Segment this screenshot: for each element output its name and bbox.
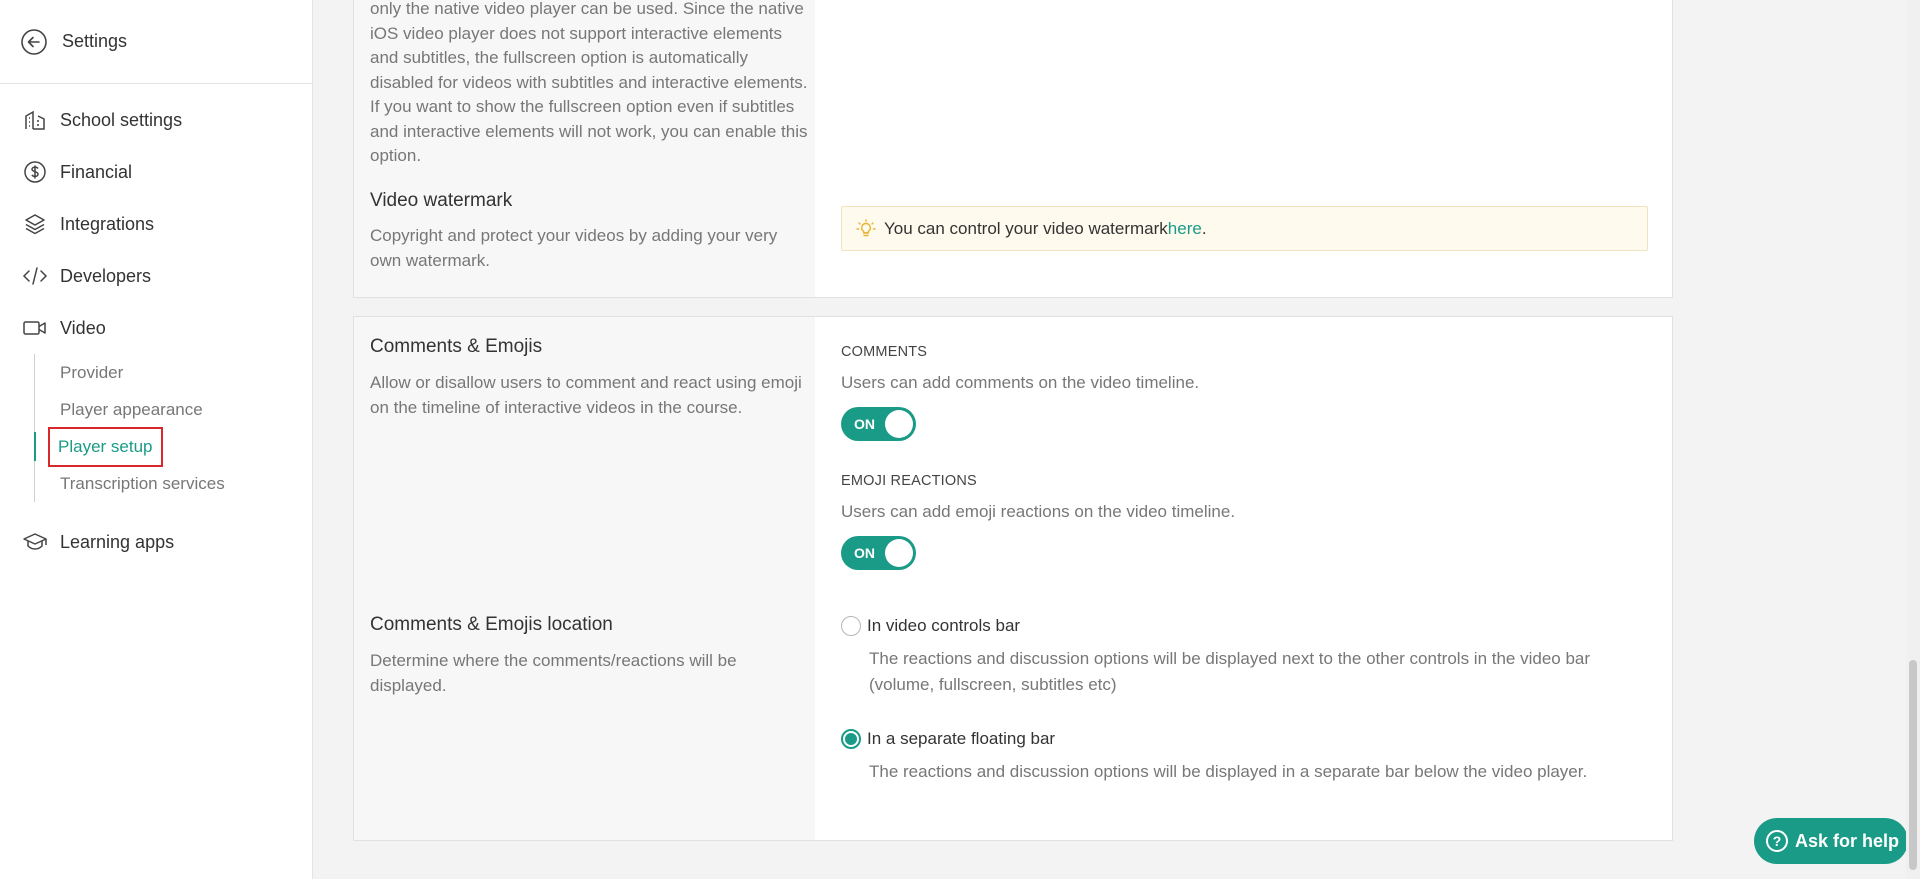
radio-label: In a separate floating bar [867,729,1056,748]
comments-emojis-card: Comments & Emojis Allow or disallow user… [353,316,1673,841]
sidebar-item-integrations[interactable]: Integrations [0,198,312,250]
subnav-item-label: Provider [60,362,124,382]
radio-label: In video controls bar [867,616,1021,635]
page-scrollbar[interactable] [1906,0,1920,879]
dollar-circle-icon [22,159,48,185]
code-icon [22,263,48,289]
ask-for-help-button[interactable]: ? Ask for help [1754,818,1908,864]
lightbulb-icon [856,218,876,239]
sidebar-item-school-settings[interactable]: School settings [0,94,312,146]
radio-checked-icon[interactable] [841,729,861,749]
sidebar-item-label: School settings [60,109,183,130]
toggle-state: ON [854,545,875,561]
player-options-card: only the native video player can be used… [353,0,1673,298]
tip-end: . [1201,218,1207,238]
comments-emojis-title: Comments & Emojis [370,336,543,357]
radio-video-controls-bar[interactable]: In video controls bar [841,616,1020,636]
tip-text: You can control your video watermark [884,218,1168,238]
comments-description: Users can add comments on the video time… [841,373,1200,392]
sidebar-item-financial[interactable]: Financial [0,146,312,198]
emoji-reactions-toggle[interactable]: ON [841,536,916,570]
building-icon [22,107,48,133]
fullscreen-description: only the native video player can be used… [370,0,808,165]
video-camera-icon [22,315,48,341]
emoji-reactions-label: EMOJI REACTIONS [841,473,977,489]
emoji-reactions-description: Users can add emoji reactions on the vid… [841,502,1236,521]
sidebar-item-label: Financial [60,161,133,182]
nav-gap [0,502,312,516]
sidebar-item-label: Learning apps [60,531,175,552]
toggle-knob [885,410,913,438]
radio-dot [845,733,857,745]
sidebar-item-learning-apps[interactable]: Learning apps [0,516,312,568]
location-description: Determine where the comments/reactions w… [370,651,737,695]
sidebar-header: Settings [0,0,312,84]
sidebar-item-label: Developers [60,265,152,286]
sidebar-title: Settings [62,31,128,51]
sidebar-item-label: Integrations [60,213,155,234]
toggle-knob [885,539,913,567]
layers-icon [22,211,48,237]
watermark-title: Video watermark [370,190,513,211]
subnav-item-label: Player appearance [60,399,203,419]
help-label: Ask for help [1795,830,1900,851]
radio-unchecked-icon[interactable] [841,616,861,636]
settings-sidebar: Settings School settings Financial Integ… [0,0,313,879]
comments-toggle[interactable]: ON [841,407,916,441]
comments-label: COMMENTS [841,344,928,360]
watermark-tip: You can control your video watermark her… [841,206,1648,251]
radio-option-description: The reactions and discussion options wil… [869,649,1591,694]
subnav-item-transcription-services[interactable]: Transcription services [60,465,312,502]
comments-emojis-description: Allow or disallow users to comment and r… [370,373,802,417]
location-title: Comments & Emojis location [370,614,613,635]
subnav-item-player-setup[interactable]: Player setup [34,426,312,467]
sidebar-item-video[interactable]: Video [0,302,312,354]
sidebar-item-developers[interactable]: Developers [0,250,312,302]
sidebar-item-label: Video [60,317,106,338]
radio-separate-floating-bar[interactable]: In a separate floating bar [841,729,1055,749]
watermark-here-link[interactable]: here [1168,219,1202,239]
graduation-cap-icon [22,529,48,555]
subnav-item-provider[interactable]: Provider [60,354,312,391]
back-arrow-icon[interactable] [20,28,48,56]
toggle-state: ON [854,416,875,432]
question-icon: ? [1766,830,1788,852]
radio-option-description: The reactions and discussion options wil… [869,762,1588,781]
sidebar-nav: School settings Financial Integrations D… [0,84,312,354]
watermark-description: Copyright and protect your videos by add… [370,226,778,270]
subnav-item-player-appearance[interactable]: Player appearance [60,391,312,428]
subnav-item-label: Player setup [48,426,163,467]
subnav-item-label: Transcription services [60,473,225,493]
scrollbar-thumb[interactable] [1909,660,1917,870]
video-subnav: Provider Player appearance Player setup … [34,354,312,502]
